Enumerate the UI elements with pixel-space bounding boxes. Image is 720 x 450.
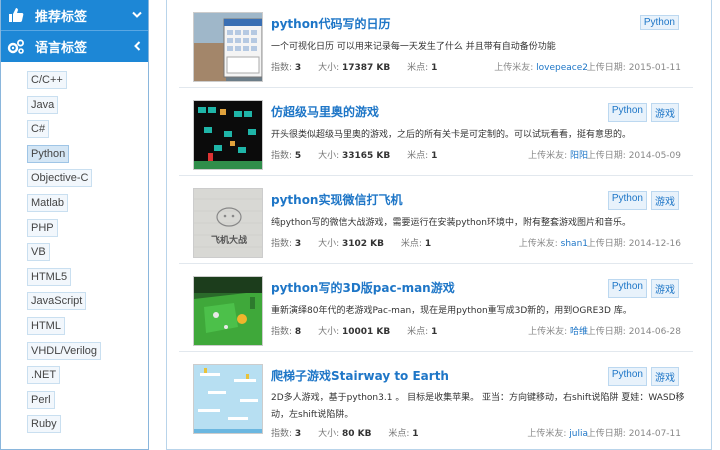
item-tags: Python 游戏 [607,367,679,386]
tag-item[interactable]: .NET [27,366,61,385]
tag-item[interactable]: VB [27,243,50,262]
item-date: 上传日期: 2015-01-11 [586,63,681,73]
item-date: 上传日期: 2014-12-16 [586,239,681,249]
tag-item[interactable]: VHDL/Verilog [27,341,102,360]
chevron-left-icon [126,40,148,54]
tag-badge[interactable]: Python [639,15,679,30]
tag-badge[interactable]: Python [607,191,647,210]
item-tags: Python 游戏 [607,191,679,210]
item-meta: 指数: 3 大小: 17387 KB 米点: 1 [271,63,438,73]
item-uploader: 上传米友: julia [527,429,588,439]
thumbnail-image[interactable] [193,276,263,346]
uploader-link[interactable]: lovepeace2 [536,63,588,73]
tag-item[interactable]: PHP [27,218,58,237]
gears-icon [7,38,25,56]
tag-item[interactable]: C/C++ [27,71,67,89]
uploader-link[interactable]: julia [569,429,588,439]
item-meta: 指数: 3 大小: 3102 KB 米点: 1 [271,239,432,249]
item-title-link[interactable]: python写的3D版pac-man游戏 [271,279,455,296]
section-language-tags[interactable]: 语言标签 [1,31,148,62]
item-uploader: 上传米友: 哈维 [528,327,588,337]
item-description: 开头很类似超级马里奥的游戏，之后的所有关卡是可定制的。可以试玩看看，挺有意思的。 [271,130,632,140]
list-item: 飞机大战 python实现微信打飞机 Python 游戏 纯python写的微信… [179,176,693,264]
list-item: 仿超级马里奥的游戏 Python 游戏 开头很类似超级马里奥的游戏，之后的所有关… [179,88,693,176]
uploader-link[interactable]: 哈维 [570,327,588,337]
item-date: 上传日期: 2014-07-11 [586,429,681,439]
section-label: 语言标签 [35,41,88,56]
tag-item[interactable]: HTML5 [27,267,72,286]
item-meta: 指数: 3 大小: 80 KB 米点: 1 [271,429,419,439]
list-item: python写的3D版pac-man游戏 Python 游戏 重新演绎80年代的… [179,264,693,352]
tag-badge[interactable]: Python [607,367,647,386]
item-date: 上传日期: 2014-05-09 [586,151,681,161]
tag-badge[interactable]: 游戏 [651,191,679,210]
page-root: 推荐标签 语言标签 C/C++ Java C# Python Objective… [0,0,720,450]
section-label: 推荐标签 [35,9,88,25]
list-item: 爬梯子游戏Stairway to Earth Python 游戏 2D多人游戏，… [179,352,693,449]
sidebar: 推荐标签 语言标签 C/C++ Java C# Python Objective… [0,0,149,450]
thumbnail-image[interactable] [193,12,263,82]
thumbnail-image[interactable]: 飞机大战 [193,188,263,258]
item-tags: Python [639,15,679,30]
list-item: python代码写的日历 Python 一个可视化日历 可以用来记录每一天发生了… [179,0,693,88]
item-uploader: 上传米友: 阳阳 [528,151,588,161]
chevron-down-icon [126,8,148,22]
item-title-link[interactable]: 仿超级马里奥的游戏 [271,103,379,120]
item-uploader: 上传米友: lovepeace2 [494,63,588,73]
section-recommended-tags[interactable]: 推荐标签 [1,0,148,31]
tag-item-active[interactable]: Python [27,144,70,163]
thumbs-up-icon [7,6,25,24]
tag-item[interactable]: C# [27,120,50,139]
item-title-link[interactable]: 爬梯子游戏Stairway to Earth [271,367,449,384]
tag-badge[interactable]: 游戏 [651,103,679,122]
item-meta: 指数: 5 大小: 33165 KB 米点: 1 [271,151,438,161]
item-description: 一个可视化日历 可以用来记录每一天发生了什么 并且带有自动备份功能 [271,42,556,52]
tag-item[interactable]: Objective-C [27,169,93,188]
item-meta: 指数: 8 大小: 10001 KB 米点: 1 [271,327,438,337]
uploader-link[interactable]: shan1 [561,239,588,249]
item-description: 2D多人游戏，基于python3.1 。 目标是收集苹果。 亚当：方向键移动，右… [271,393,685,420]
item-tags: Python 游戏 [607,103,679,122]
item-description: 重新演绎80年代的老游戏Pac-man，现在是用python重写成3D新的，用到… [271,306,632,316]
item-tags: Python 游戏 [607,279,679,298]
tag-item[interactable]: Perl [27,390,55,409]
resource-list: python代码写的日历 Python 一个可视化日历 可以用来记录每一天发生了… [166,0,712,450]
language-tag-list: C/C++ Java C# Python Objective-C Matlab … [1,62,148,437]
item-title-link[interactable]: python实现微信打飞机 [271,191,402,208]
tag-item[interactable]: Matlab [27,193,69,212]
item-date: 上传日期: 2014-06-28 [586,327,681,337]
tag-item[interactable]: HTML [27,316,65,335]
tag-item[interactable]: Ruby [27,415,61,434]
item-description: 纯python写的微信大战游戏，需要运行在安装python环境中，附有整套游戏图… [271,218,631,228]
tag-badge[interactable]: 游戏 [651,367,679,386]
tag-item[interactable]: JavaScript [27,292,87,311]
thumbnail-image[interactable] [193,364,263,434]
thumbnail-logo-text: 飞机大战 [211,234,247,246]
tag-badge[interactable]: 游戏 [651,279,679,298]
uploader-link[interactable]: 阳阳 [570,151,588,161]
item-uploader: 上传米友: shan1 [518,239,588,249]
item-title-link[interactable]: python代码写的日历 [271,15,390,32]
tag-badge[interactable]: Python [607,279,647,298]
tag-badge[interactable]: Python [607,103,647,122]
thumbnail-image[interactable] [193,100,263,170]
tag-item[interactable]: Java [27,95,59,114]
